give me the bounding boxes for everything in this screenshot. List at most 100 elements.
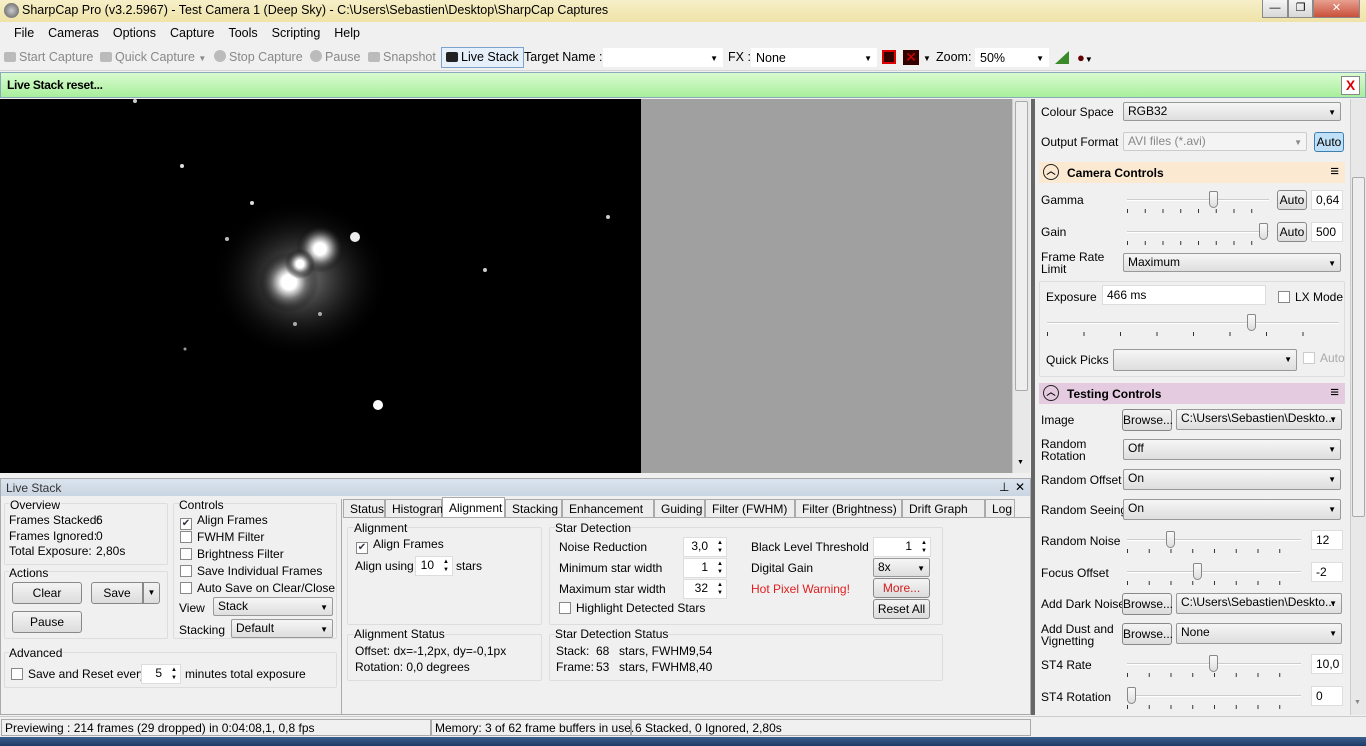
- focus-offset-slider[interactable]: [1127, 563, 1301, 587]
- slider-thumb[interactable]: [1192, 563, 1202, 580]
- zoom-select[interactable]: 50% ▼: [975, 48, 1049, 67]
- image-select[interactable]: C:\Users\Sebastien\Deskto... ▼: [1176, 409, 1342, 430]
- st4-rate-slider[interactable]: [1127, 655, 1301, 679]
- crosshair-icon[interactable]: ✕: [903, 50, 919, 65]
- menu-cameras[interactable]: Cameras: [41, 22, 106, 40]
- output-auto-button[interactable]: Auto: [1314, 132, 1344, 152]
- fwhm-filter-checkbox[interactable]: FWHM Filter: [180, 530, 264, 544]
- pause-button[interactable]: Pause: [310, 50, 360, 64]
- scroll-down-icon[interactable]: ▼: [1354, 699, 1361, 706]
- tab-alignment[interactable]: Alignment: [442, 497, 505, 517]
- save-reset-minutes-spinner[interactable]: 5: [141, 664, 181, 684]
- tab-enhancement[interactable]: Enhancement: [562, 499, 654, 517]
- random-seeing-select[interactable]: On ▼: [1123, 499, 1341, 520]
- dust-browse-button[interactable]: Browse...: [1122, 623, 1173, 645]
- gain-slider[interactable]: [1127, 223, 1269, 247]
- menu-icon[interactable]: ≡: [1330, 163, 1339, 180]
- min-star-width-spinner[interactable]: 1: [683, 558, 727, 578]
- quick-picks-auto-checkbox[interactable]: Auto: [1303, 352, 1345, 364]
- start-capture-button[interactable]: Start Capture: [4, 50, 93, 64]
- gain-auto-button[interactable]: Auto: [1277, 222, 1307, 242]
- minimize-button[interactable]: —: [1262, 0, 1288, 18]
- st4-rotation-slider[interactable]: [1127, 687, 1301, 711]
- align-frames-checkbox[interactable]: ✔ Align Frames: [180, 513, 268, 530]
- slider-track[interactable]: [1047, 322, 1339, 324]
- exposure-slider[interactable]: [1047, 314, 1339, 346]
- quick-picks-select[interactable]: ▼: [1113, 349, 1297, 371]
- camera-preview[interactable]: [0, 99, 641, 473]
- menu-tools[interactable]: Tools: [221, 22, 264, 40]
- close-window-button[interactable]: ✕: [1313, 0, 1360, 18]
- slider-track[interactable]: [1127, 571, 1301, 573]
- slider-thumb[interactable]: [1259, 223, 1268, 240]
- gain-value[interactable]: 500: [1311, 222, 1343, 242]
- random-offset-select[interactable]: On ▼: [1123, 469, 1341, 490]
- stacking-select[interactable]: Default ▼: [231, 619, 333, 638]
- menu-scripting[interactable]: Scripting: [265, 22, 328, 40]
- colour-space-select[interactable]: RGB32 ▼: [1123, 102, 1341, 121]
- tab-log[interactable]: Log: [985, 499, 1015, 517]
- target-name-input[interactable]: ▼: [603, 48, 723, 67]
- max-star-width-spinner[interactable]: 32: [683, 579, 727, 599]
- pin-icon[interactable]: ⊥: [999, 480, 1009, 494]
- settings-scrollbar[interactable]: ▼: [1350, 99, 1366, 715]
- random-noise-slider[interactable]: [1127, 531, 1301, 555]
- menu-file[interactable]: File: [0, 22, 41, 40]
- st4-rate-value[interactable]: 10,0: [1311, 654, 1343, 674]
- quick-capture-button[interactable]: Quick Capture ▼: [100, 50, 206, 64]
- scroll-thumb[interactable]: [1015, 101, 1028, 391]
- highlight-stars-checkbox[interactable]: Highlight Detected Stars: [559, 601, 705, 615]
- chevron-down-icon[interactable]: ▼: [923, 54, 931, 63]
- tab-drift-graph[interactable]: Drift Graph: [902, 499, 985, 517]
- menu-options[interactable]: Options: [106, 22, 163, 40]
- save-individual-frames-checkbox[interactable]: Save Individual Frames: [180, 564, 322, 578]
- slider-thumb[interactable]: [1208, 191, 1218, 208]
- zoom-magnifier-icon[interactable]: ●▼: [1077, 50, 1093, 65]
- slider-track[interactable]: [1127, 695, 1301, 697]
- menu-icon[interactable]: ≡: [1330, 384, 1339, 401]
- digital-gain-select[interactable]: 8x ▼: [873, 558, 930, 577]
- random-rotation-select[interactable]: Off ▼: [1123, 439, 1341, 460]
- gamma-value[interactable]: 0,64: [1311, 190, 1343, 210]
- reset-all-button[interactable]: Reset All: [873, 599, 930, 619]
- lx-mode-checkbox[interactable]: LX Mode: [1278, 291, 1343, 303]
- image-browse-button[interactable]: Browse...: [1122, 409, 1173, 431]
- save-and-reset-checkbox[interactable]: Save and Reset every: [11, 667, 146, 681]
- collapse-icon[interactable]: ︿: [1043, 385, 1059, 401]
- tab-status[interactable]: Status: [343, 499, 385, 517]
- slider-track[interactable]: [1127, 199, 1269, 201]
- snapshot-button[interactable]: Snapshot: [368, 50, 436, 64]
- dust-select[interactable]: None ▼: [1176, 623, 1342, 644]
- slider-track[interactable]: [1127, 539, 1301, 541]
- tab-guiding[interactable]: Guiding: [654, 499, 705, 517]
- random-noise-value[interactable]: 12: [1311, 530, 1343, 550]
- view-select[interactable]: Stack ▼: [213, 597, 333, 616]
- tab-filter-brightness[interactable]: Filter (Brightness): [795, 499, 902, 517]
- slider-thumb[interactable]: [1127, 687, 1136, 704]
- preview-scrollbar[interactable]: ▼: [1012, 99, 1030, 473]
- frame-icon[interactable]: [882, 50, 896, 64]
- st4-rotation-value[interactable]: 0: [1311, 686, 1343, 706]
- tab-filter-fwhm[interactable]: Filter (FWHM): [705, 499, 795, 517]
- save-options-dropdown[interactable]: ▼: [143, 582, 160, 604]
- histogram-icon[interactable]: [1055, 51, 1069, 64]
- scroll-thumb[interactable]: [1352, 177, 1365, 517]
- testing-controls-header[interactable]: ︿ Testing Controls ≡: [1039, 383, 1345, 404]
- scroll-down-icon[interactable]: ▼: [1017, 459, 1024, 466]
- fx-select[interactable]: None ▼: [751, 48, 877, 67]
- slider-thumb[interactable]: [1209, 655, 1218, 672]
- black-level-spinner[interactable]: 1: [873, 537, 931, 557]
- output-format-select[interactable]: AVI files (*.avi) ▼: [1123, 132, 1307, 151]
- dark-noise-select[interactable]: C:\Users\Sebastien\Deskto... ▼: [1176, 593, 1342, 614]
- close-panel-icon[interactable]: ✕: [1015, 480, 1025, 494]
- frame-rate-select[interactable]: Maximum ▼: [1123, 253, 1341, 272]
- menu-capture[interactable]: Capture: [163, 22, 221, 40]
- focus-offset-value[interactable]: -2: [1311, 562, 1343, 582]
- menu-help[interactable]: Help: [327, 22, 367, 40]
- close-notification-button[interactable]: X: [1341, 76, 1360, 95]
- tab-stacking[interactable]: Stacking: [505, 499, 562, 517]
- align-using-spinner[interactable]: 10: [415, 556, 453, 576]
- gamma-auto-button[interactable]: Auto: [1277, 190, 1307, 210]
- camera-controls-header[interactable]: ︿ Camera Controls ≡: [1039, 162, 1345, 183]
- exposure-input[interactable]: 466 ms: [1102, 285, 1266, 305]
